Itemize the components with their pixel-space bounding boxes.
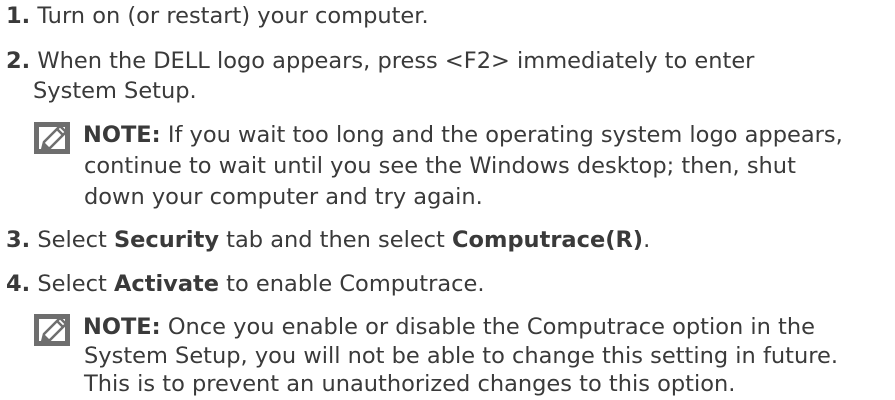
step-number: 4. [6,271,31,297]
step-4: 4. Select Activate to enable Computrace. [6,271,485,297]
step-number: 2. [6,48,31,74]
note-2-line-1: NOTE: Once you enable or disable the Com… [83,314,815,340]
step-1: 1. Turn on (or restart) your computer. [6,0,429,32]
step-2: 2. When the DELL logo appears, press <F2… [6,45,754,77]
step-text: When the DELL logo appears, press <F2> i… [37,48,755,74]
activate-label: Activate [113,271,220,297]
note-label: NOTE: [83,122,161,148]
step-2-continuation: System Setup. [33,78,197,104]
step-text: Turn on (or restart) your computer. [37,3,429,29]
note-1-line-2: continue to wait until you see the Windo… [84,153,796,179]
pencil-note-icon [34,314,70,346]
step-number: 3. [6,227,31,253]
pencil-note-icon [34,122,70,154]
note-label: NOTE: [83,314,161,340]
security-tab-label: Security [113,227,219,253]
computrace-label: Computrace(R) [452,227,644,253]
step-3: 3. Select Security tab and then select C… [6,227,651,253]
note-2-line-3: This is to prevent an unauthorized chang… [84,371,736,397]
note-1-line-3: down your computer and try again. [84,184,483,210]
step-number: 1. [6,3,31,29]
note-1-line-1: NOTE: If you wait too long and the opera… [83,122,843,148]
